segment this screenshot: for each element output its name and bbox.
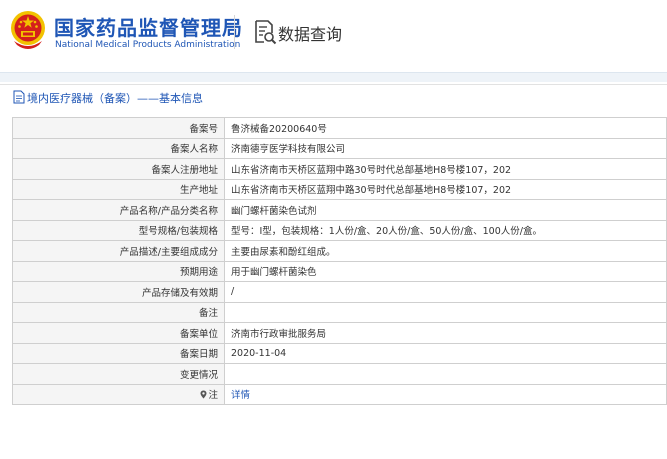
note-label-cell: 注 bbox=[12, 383, 225, 405]
section-title: 数据查询 bbox=[278, 25, 343, 44]
field-label: 备案日期 bbox=[12, 342, 225, 364]
table-row: 型号规格/包装规格 型号：Ⅰ型，包装规格：1人份/盒、20人份/盒、50人份/盒… bbox=[12, 219, 667, 241]
field-value: 用于幽门螺杆菌染色 bbox=[224, 260, 667, 282]
site-header: 国家药品监督管理局 National Medical Products Admi… bbox=[0, 0, 667, 65]
national-emblem-icon bbox=[11, 11, 45, 49]
field-label: 变更情况 bbox=[12, 363, 225, 385]
table-row: 备案人注册地址 山东省济南市天桥区蓝翔中路30号时代总部基地H8号楼107，20… bbox=[12, 158, 667, 180]
document-icon bbox=[13, 90, 25, 104]
field-value: 幽门螺杆菌染色试剂 bbox=[224, 199, 667, 221]
field-label: 备案人名称 bbox=[12, 137, 225, 159]
org-name-en: National Medical Products Administration bbox=[55, 40, 241, 50]
field-label: 产品描述/主要组成成分 bbox=[12, 240, 225, 262]
field-value bbox=[224, 301, 667, 323]
field-label: 产品存储及有效期 bbox=[12, 281, 225, 303]
table-row: 备案号 鲁济械备20200640号 bbox=[12, 117, 667, 139]
document-search-icon bbox=[255, 20, 277, 45]
field-label: 备案单位 bbox=[12, 322, 225, 344]
field-label: 产品名称/产品分类名称 bbox=[12, 199, 225, 221]
field-label: 备案人注册地址 bbox=[12, 158, 225, 180]
table-row: 备案人名称 济南德亨医学科技有限公司 bbox=[12, 137, 667, 159]
field-label: 型号规格/包装规格 bbox=[12, 219, 225, 241]
breadcrumb-text: 境内医疗器械（备案）——基本信息 bbox=[27, 92, 203, 105]
field-value: 济南市行政审批服务局 bbox=[224, 322, 667, 344]
field-value: 鲁济械备20200640号 bbox=[224, 117, 667, 139]
details-link[interactable]: 详情 bbox=[231, 390, 250, 401]
table-row: 产品名称/产品分类名称 幽门螺杆菌染色试剂 bbox=[12, 199, 667, 221]
field-label: 生产地址 bbox=[12, 178, 225, 200]
table-row: 备注 bbox=[12, 301, 667, 323]
field-value bbox=[224, 363, 667, 385]
table-row: 备案日期 2020-11-04 bbox=[12, 342, 667, 364]
table-row: 预期用途 用于幽门螺杆菌染色 bbox=[12, 260, 667, 282]
field-value: 型号：Ⅰ型，包装规格：1人份/盒、20人份/盒、50人份/盒、100人份/盒。 bbox=[224, 219, 667, 241]
field-label: 预期用途 bbox=[12, 260, 225, 282]
table-row: 生产地址 山东省济南市天桥区蓝翔中路30号时代总部基地H8号楼107，202 bbox=[12, 178, 667, 200]
table-row: 变更情况 bbox=[12, 363, 667, 385]
note-label: 注 bbox=[208, 390, 218, 402]
note-row: 注 详情 bbox=[12, 383, 667, 405]
field-value: 山东省济南市天桥区蓝翔中路30号时代总部基地H8号楼107，202 bbox=[224, 158, 667, 180]
table-row: 产品存储及有效期 / bbox=[12, 281, 667, 303]
field-value: 济南德亨医学科技有限公司 bbox=[224, 137, 667, 159]
record-detail-table: 备案号 鲁济械备20200640号 备案人名称 济南德亨医学科技有限公司 备案人… bbox=[12, 117, 667, 405]
field-value: 2020-11-04 bbox=[224, 342, 667, 364]
note-value-cell: 详情 bbox=[224, 383, 667, 405]
org-name-cn: 国家药品监督管理局 bbox=[54, 16, 243, 40]
breadcrumb: 境内医疗器械（备案）——基本信息 bbox=[0, 84, 667, 110]
field-label: 备注 bbox=[12, 301, 225, 323]
header-band bbox=[0, 72, 667, 82]
table-row: 备案单位 济南市行政审批服务局 bbox=[12, 322, 667, 344]
field-value: 主要由尿素和酚红组成。 bbox=[224, 240, 667, 262]
field-label: 备案号 bbox=[12, 117, 225, 139]
table-row: 产品描述/主要组成成分 主要由尿素和酚红组成。 bbox=[12, 240, 667, 262]
field-value: / bbox=[224, 281, 667, 303]
header-divider bbox=[234, 15, 235, 49]
field-value: 山东省济南市天桥区蓝翔中路30号时代总部基地H8号楼107，202 bbox=[224, 178, 667, 200]
map-pin-icon bbox=[200, 390, 207, 399]
